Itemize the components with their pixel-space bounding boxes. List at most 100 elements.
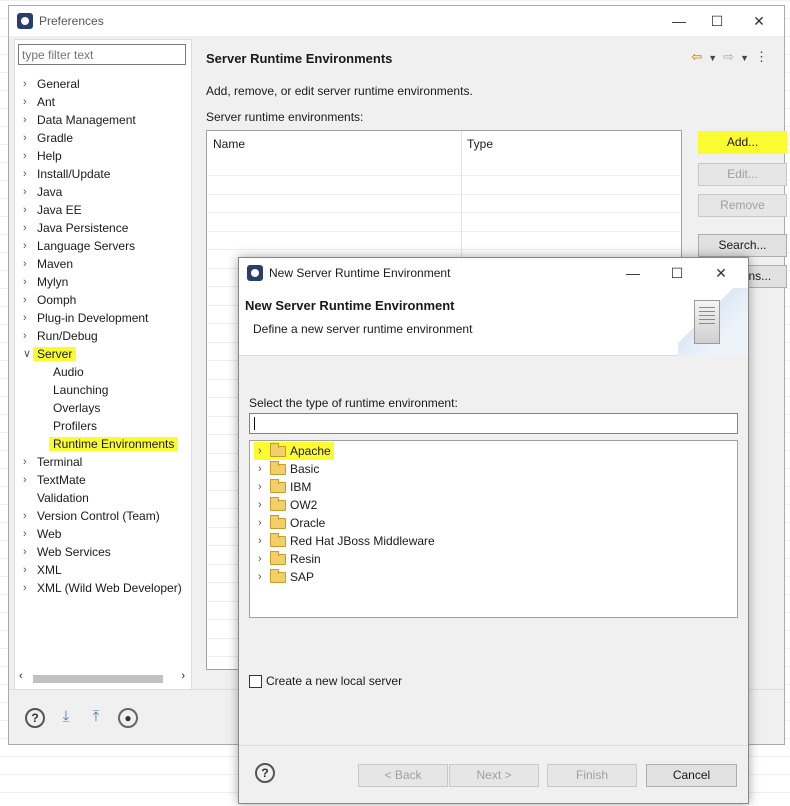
minimize-icon[interactable]: — bbox=[664, 10, 694, 32]
preferences-titlebar: Preferences — ☐ ✕ bbox=[9, 6, 784, 36]
runtime-type-item[interactable]: › OW2 bbox=[250, 496, 730, 514]
tree-item-label: Help bbox=[37, 149, 62, 163]
dialog-header: New Server Runtime Environment Define a … bbox=[239, 288, 748, 356]
tree-item-label: Server bbox=[33, 347, 77, 361]
back-arrow-icon[interactable]: ⇦ bbox=[691, 49, 708, 64]
runtime-type-item[interactable]: › Oracle bbox=[250, 514, 730, 532]
import-icon[interactable]: ⤓ bbox=[55, 708, 77, 726]
chevron-right-icon[interactable]: › bbox=[23, 129, 33, 147]
view-menu-icon[interactable]: ⋮ bbox=[755, 49, 774, 64]
runtime-type-item[interactable]: › Red Hat JBoss Middleware bbox=[250, 532, 730, 550]
chevron-right-icon[interactable]: › bbox=[23, 273, 33, 291]
scroll-left-icon[interactable]: ‹ bbox=[19, 670, 23, 682]
column-header-type[interactable]: Type bbox=[461, 131, 493, 157]
chevron-right-icon[interactable]: › bbox=[23, 453, 33, 471]
server-icon bbox=[694, 300, 720, 344]
chevron-right-icon[interactable]: › bbox=[258, 550, 268, 568]
chevron-right-icon[interactable]: › bbox=[23, 111, 33, 129]
tree-item-label: Runtime Environments bbox=[49, 437, 179, 451]
eclipse-app-icon bbox=[17, 13, 33, 29]
help-icon[interactable]: ? bbox=[25, 708, 45, 728]
chevron-right-icon[interactable]: › bbox=[23, 309, 33, 327]
record-icon[interactable]: ● bbox=[118, 708, 138, 728]
new-server-runtime-dialog: New Server Runtime Environment — ☐ ✕ New… bbox=[238, 257, 749, 804]
chevron-down-icon[interactable]: ∨ bbox=[23, 345, 33, 363]
runtime-type-item[interactable]: › Resin bbox=[250, 550, 730, 568]
chevron-right-icon[interactable]: › bbox=[23, 543, 33, 561]
maximize-icon[interactable]: ☐ bbox=[662, 262, 692, 284]
next-button[interactable]: Next > bbox=[449, 764, 539, 787]
chevron-right-icon[interactable]: › bbox=[258, 568, 268, 586]
preferences-tree-panel: › General › Ant › Data Management › Gradle › Help… bbox=[14, 39, 192, 691]
back-menu-icon[interactable]: ▼ bbox=[708, 53, 723, 63]
back-button[interactable]: < Back bbox=[358, 764, 448, 787]
chevron-right-icon[interactable]: › bbox=[23, 525, 33, 543]
maximize-icon[interactable]: ☐ bbox=[702, 10, 732, 32]
chevron-right-icon[interactable]: › bbox=[23, 93, 33, 111]
chevron-right-icon[interactable]: › bbox=[23, 183, 33, 201]
export-icon[interactable]: ⤒ bbox=[85, 708, 107, 726]
runtime-type-label: Basic bbox=[290, 462, 320, 476]
cancel-button[interactable]: Cancel bbox=[646, 764, 737, 787]
runtime-type-filter-input[interactable] bbox=[249, 413, 738, 434]
tree-item-label: Language Servers bbox=[37, 239, 136, 253]
column-header-name[interactable]: Name bbox=[207, 131, 245, 157]
runtime-type-item[interactable]: › SAP bbox=[250, 568, 730, 586]
finish-button[interactable]: Finish bbox=[547, 764, 637, 787]
add-button[interactable]: Add... bbox=[698, 131, 787, 154]
tree-item-label: Oomph bbox=[37, 293, 77, 307]
folder-icon bbox=[270, 497, 286, 511]
forward-menu-icon[interactable]: ▼ bbox=[740, 53, 755, 63]
remove-button[interactable]: Remove bbox=[698, 194, 787, 217]
tree-item-label: TextMate bbox=[37, 473, 86, 487]
chevron-right-icon[interactable]: › bbox=[23, 237, 33, 255]
chevron-right-icon[interactable]: › bbox=[23, 471, 33, 489]
tree-item-label: General bbox=[37, 77, 80, 91]
search-button[interactable]: Search... bbox=[698, 234, 787, 257]
scroll-right-icon[interactable]: › bbox=[181, 670, 185, 682]
create-local-server-checkbox[interactable] bbox=[249, 675, 262, 688]
runtime-type-item[interactable]: › IBM bbox=[250, 478, 730, 496]
help-icon[interactable]: ? bbox=[255, 763, 275, 783]
forward-arrow-icon[interactable]: ⇨ bbox=[723, 49, 740, 64]
horizontal-scrollbar[interactable]: ‹ › bbox=[19, 670, 185, 686]
table-row-line bbox=[207, 193, 681, 195]
filter-input[interactable] bbox=[18, 44, 186, 65]
runtime-type-label: Select the type of runtime environment: bbox=[249, 396, 458, 410]
tree-item-label: Gradle bbox=[37, 131, 74, 145]
chevron-right-icon[interactable]: › bbox=[258, 514, 268, 532]
chevron-right-icon[interactable]: › bbox=[258, 532, 268, 550]
close-icon[interactable]: ✕ bbox=[744, 10, 774, 32]
tree-item-label: Profilers bbox=[53, 419, 98, 433]
tree-item-label: Install/Update bbox=[37, 167, 111, 181]
chevron-right-icon[interactable]: › bbox=[23, 327, 33, 345]
chevron-right-icon[interactable]: › bbox=[23, 579, 33, 597]
folder-icon bbox=[270, 461, 286, 475]
edit-button[interactable]: Edit... bbox=[698, 163, 787, 186]
tree-item-label: Web Services bbox=[37, 545, 111, 559]
chevron-right-icon[interactable]: › bbox=[23, 201, 33, 219]
scroll-thumb[interactable] bbox=[33, 675, 163, 683]
dialog-header-title: New Server Runtime Environment bbox=[245, 298, 455, 313]
chevron-right-icon[interactable]: › bbox=[23, 75, 33, 93]
chevron-right-icon[interactable]: › bbox=[23, 219, 33, 237]
runtime-type-tree[interactable]: › Apache › Basic › IBM › OW2 › Oracle › Red Hat JBo… bbox=[249, 440, 738, 618]
chevron-right-icon[interactable]: › bbox=[23, 147, 33, 165]
close-icon[interactable]: ✕ bbox=[706, 262, 736, 284]
chevron-right-icon[interactable]: › bbox=[258, 478, 268, 496]
tree-item-label: XML bbox=[37, 563, 62, 577]
chevron-right-icon[interactable]: › bbox=[258, 496, 268, 514]
chevron-right-icon[interactable]: › bbox=[23, 561, 33, 579]
runtime-type-item[interactable]: › Basic bbox=[250, 460, 730, 478]
chevron-right-icon[interactable]: › bbox=[23, 507, 33, 525]
chevron-right-icon[interactable]: › bbox=[23, 255, 33, 273]
chevron-right-icon[interactable]: › bbox=[258, 442, 268, 460]
runtime-type-label: Resin bbox=[290, 552, 321, 566]
tree-item-label: Data Management bbox=[37, 113, 136, 127]
chevron-right-icon[interactable]: › bbox=[23, 291, 33, 309]
minimize-icon[interactable]: — bbox=[618, 262, 648, 284]
runtime-type-item[interactable]: › Apache bbox=[250, 442, 730, 460]
dialog-title: New Server Runtime Environment bbox=[269, 266, 451, 280]
chevron-right-icon[interactable]: › bbox=[23, 165, 33, 183]
chevron-right-icon[interactable]: › bbox=[258, 460, 268, 478]
